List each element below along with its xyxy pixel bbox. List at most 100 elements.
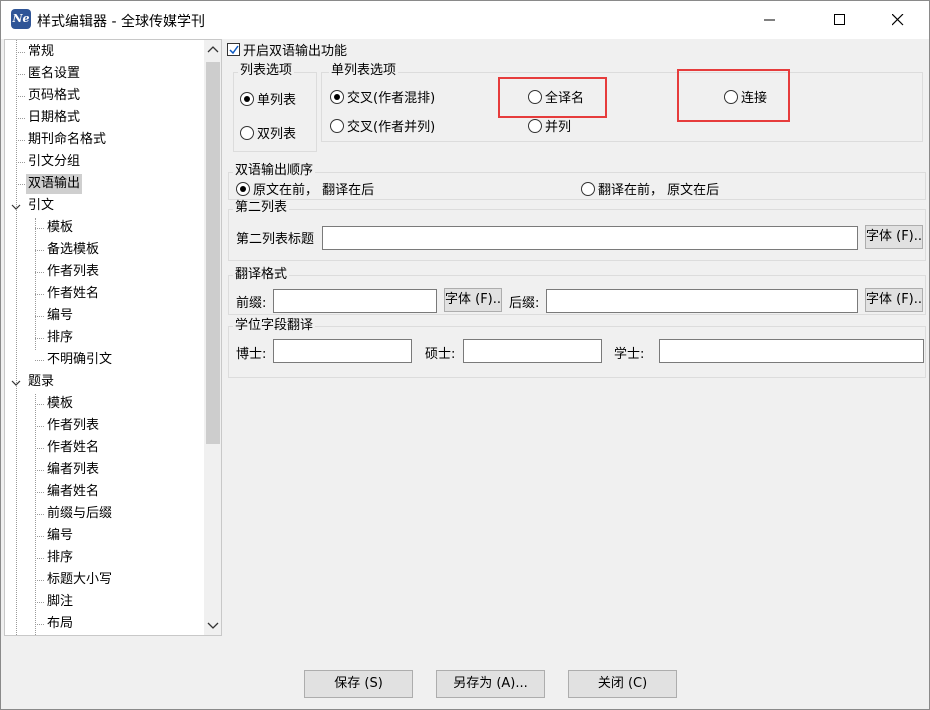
tree-connector (16, 40, 17, 635)
master-input[interactable] (463, 339, 602, 363)
minimize-icon (764, 19, 775, 21)
radio-icon[interactable] (581, 181, 595, 196)
title-bar: Ne 样式编辑器 - 全球传媒学刊 (1, 1, 929, 39)
translation-first-label: 翻译在前， 原文在后 (598, 183, 720, 198)
bachelor-input[interactable] (659, 339, 924, 363)
radio-selected-icon[interactable] (236, 181, 250, 196)
tree-item-bilingual-output[interactable]: 双语输出 (26, 174, 83, 194)
radio-icon[interactable] (240, 125, 254, 140)
second-list-title-label: 第二列表标题 (236, 232, 315, 247)
close-icon (892, 14, 904, 26)
tree-connector (35, 624, 44, 625)
double-list-radio[interactable]: 双列表 (240, 123, 296, 142)
second-list-title-input[interactable] (322, 226, 858, 250)
tree-item-citation-template[interactable]: 模板 (45, 218, 75, 238)
tree-scrollbar[interactable] (204, 40, 221, 635)
tree-item-biblio-author-list[interactable]: 作者列表 (45, 416, 101, 436)
tree-item-biblio-template[interactable]: 模板 (45, 394, 75, 414)
second-list-font-button[interactable]: 字体 (F).. (865, 225, 923, 249)
tree-connector (16, 52, 25, 53)
phd-input[interactable] (273, 339, 412, 363)
window-title: 样式编辑器 - 全球传媒学刊 (37, 14, 205, 30)
cross-mixed-radio[interactable]: 交叉(作者混排) (330, 87, 435, 106)
tree-item-ambiguous-citation[interactable]: 不明确引文 (45, 350, 114, 370)
degree-translation-legend: 学位字段翻译 (233, 318, 316, 334)
app-logo-icon: Ne (11, 9, 31, 29)
bachelor-label: 学士: (614, 347, 645, 362)
tree-item-anonymous[interactable]: 匿名设置 (26, 64, 82, 84)
tree-item-biblio-numbering[interactable]: 编号 (45, 526, 75, 546)
cross-mixed-label: 交叉(作者混排) (347, 91, 436, 106)
tree-item-title-case[interactable]: 标题大小写 (45, 570, 114, 590)
parallel-label: 并列 (545, 120, 572, 135)
tree-connector (16, 184, 25, 185)
tree-connector (35, 360, 44, 361)
original-first-radio[interactable]: 原文在前， 翻译在后 (236, 179, 374, 198)
minimize-button[interactable] (747, 1, 793, 39)
tree-item-layout[interactable]: 布局 (45, 614, 75, 634)
checkbox-box[interactable] (227, 43, 240, 56)
scrollbar-thumb[interactable] (206, 62, 220, 444)
tree-item-citation-author-name[interactable]: 作者姓名 (45, 284, 101, 304)
tree-item-citation[interactable]: 引文 (26, 196, 56, 216)
style-editor-window: Ne 样式编辑器 - 全球传媒学刊 常规 匿名设置 页码格式 日期格式 期刊命名… (0, 0, 930, 710)
scroll-down-icon[interactable] (207, 621, 219, 631)
suffix-font-button[interactable]: 字体 (F).. (865, 288, 923, 312)
radio-selected-icon[interactable] (240, 91, 254, 106)
close-window-button[interactable] (875, 1, 921, 39)
tree-item-journal-naming[interactable]: 期刊命名格式 (26, 130, 108, 150)
tree-item-editor-list[interactable]: 编者列表 (45, 460, 101, 480)
master-label: 硕士: (425, 347, 456, 362)
single-list-label: 单列表 (257, 93, 297, 108)
tree-connector (35, 448, 44, 449)
tree-connector (16, 96, 25, 97)
radio-icon[interactable] (528, 118, 542, 133)
tree-connector (35, 426, 44, 427)
tree-connector (35, 514, 44, 515)
original-first-label: 原文在前， 翻译在后 (253, 183, 375, 198)
tree-item-editor-name[interactable]: 编者姓名 (45, 482, 101, 502)
tree-connector (35, 580, 44, 581)
tree-connector (16, 74, 25, 75)
chevron-down-icon[interactable] (10, 377, 22, 389)
tree-connector (35, 536, 44, 537)
tree-item-prefix-suffix[interactable]: 前缀与后缀 (45, 504, 114, 524)
enable-bilingual-checkbox[interactable]: 开启双语输出功能 (227, 40, 347, 59)
single-list-radio[interactable]: 单列表 (240, 89, 296, 108)
tree-item-citation-sorting[interactable]: 排序 (45, 328, 75, 348)
tree-item-biblio-sorting[interactable]: 排序 (45, 548, 75, 568)
translation-first-radio[interactable]: 翻译在前， 原文在后 (581, 179, 719, 198)
suffix-input[interactable] (546, 289, 858, 313)
tree-connector (35, 250, 44, 251)
close-button[interactable]: 关闭 (C) (568, 670, 677, 698)
tree-item-citation-author-list[interactable]: 作者列表 (45, 262, 101, 282)
save-button[interactable]: 保存 (S) (304, 670, 413, 698)
tree-item-citation-numbering[interactable]: 编号 (45, 306, 75, 326)
save-as-button[interactable]: 另存为 (A)... (436, 670, 545, 698)
tree-connector (35, 228, 44, 229)
maximize-button[interactable] (817, 1, 863, 39)
tree-connector (35, 218, 36, 350)
prefix-input[interactable] (273, 289, 437, 313)
tree-item-date-format[interactable]: 日期格式 (26, 108, 82, 128)
tree-item-alt-template[interactable]: 备选模板 (45, 240, 101, 260)
tree-item-general[interactable]: 常规 (26, 42, 56, 62)
translation-format-legend: 翻译格式 (233, 267, 290, 283)
tree-item-citation-group[interactable]: 引文分组 (26, 152, 82, 172)
scroll-up-icon[interactable] (207, 45, 219, 55)
tree-item-bibliography[interactable]: 题录 (26, 372, 56, 392)
single-list-options-legend: 单列表选项 (329, 63, 399, 79)
tree-connector (35, 338, 44, 339)
radio-icon[interactable] (330, 118, 344, 133)
prefix-font-button[interactable]: 字体 (F).. (444, 288, 502, 312)
highlight-box-connect (677, 69, 790, 122)
radio-selected-icon[interactable] (330, 89, 344, 104)
tree-item-footnote[interactable]: 脚注 (45, 592, 75, 612)
tree-item-page-format[interactable]: 页码格式 (26, 86, 82, 106)
second-list-legend: 第二列表 (233, 200, 290, 216)
tree-item-biblio-author-name[interactable]: 作者姓名 (45, 438, 101, 458)
parallel-radio[interactable]: 并列 (528, 116, 571, 135)
chevron-down-icon[interactable] (10, 201, 22, 213)
cross-parallel-radio[interactable]: 交叉(作者并列) (330, 116, 435, 135)
suffix-label: 后缀: (509, 296, 540, 311)
